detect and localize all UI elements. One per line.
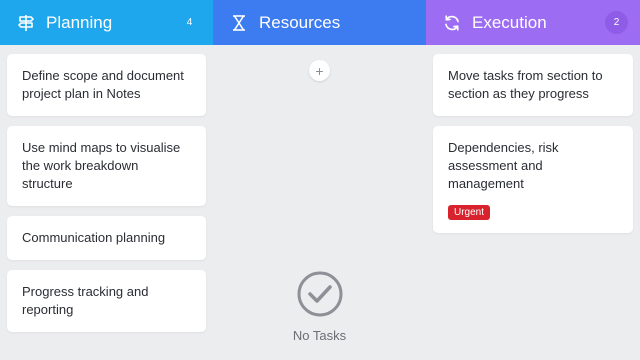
task-card-text: Move tasks from section to section as th… bbox=[448, 68, 603, 101]
task-card-text: Use mind maps to visualise the work brea… bbox=[22, 140, 181, 191]
column-header-planning[interactable]: Planning 4 bbox=[0, 0, 213, 45]
column-resources: Resources + No Tasks bbox=[213, 0, 426, 360]
column-execution: Execution 2 Move tasks from section to s… bbox=[426, 0, 640, 360]
task-card-text: Define scope and document project plan i… bbox=[22, 68, 184, 101]
card-list: Move tasks from section to section as th… bbox=[426, 45, 640, 233]
task-card[interactable]: Define scope and document project plan i… bbox=[7, 54, 206, 116]
task-card[interactable]: Progress tracking and reporting bbox=[7, 270, 206, 332]
card-list: Define scope and document project plan i… bbox=[0, 45, 213, 332]
column-title: Planning bbox=[46, 12, 113, 32]
hourglass-icon bbox=[229, 13, 249, 33]
column-title: Resources bbox=[259, 12, 341, 32]
empty-state: No Tasks bbox=[213, 270, 426, 343]
checkmark-circle-icon bbox=[296, 270, 344, 318]
task-card[interactable]: Communication planning bbox=[7, 216, 206, 260]
column-header-execution[interactable]: Execution 2 bbox=[426, 0, 640, 45]
task-card-text: Progress tracking and reporting bbox=[22, 284, 149, 317]
column-header-resources[interactable]: Resources bbox=[213, 0, 426, 45]
task-count-badge: 4 bbox=[178, 11, 201, 34]
task-card-text: Dependencies, risk assessment and manage… bbox=[448, 140, 559, 191]
task-card[interactable]: Use mind maps to visualise the work brea… bbox=[7, 126, 206, 206]
column-planning: Planning 4 Define scope and document pro… bbox=[0, 0, 213, 360]
signpost-icon bbox=[16, 13, 36, 33]
add-task-button[interactable]: + bbox=[309, 60, 330, 81]
task-card-text: Communication planning bbox=[22, 230, 166, 245]
task-card[interactable]: Dependencies, risk assessment and manage… bbox=[433, 126, 633, 233]
task-card[interactable]: Move tasks from section to section as th… bbox=[433, 54, 633, 116]
empty-state-text: No Tasks bbox=[292, 328, 347, 343]
urgent-tag[interactable]: Urgent bbox=[448, 205, 491, 220]
refresh-icon bbox=[442, 13, 462, 33]
task-count-badge: 2 bbox=[605, 11, 628, 34]
kanban-board: Planning 4 Define scope and document pro… bbox=[0, 0, 640, 360]
column-title: Execution bbox=[472, 12, 547, 32]
